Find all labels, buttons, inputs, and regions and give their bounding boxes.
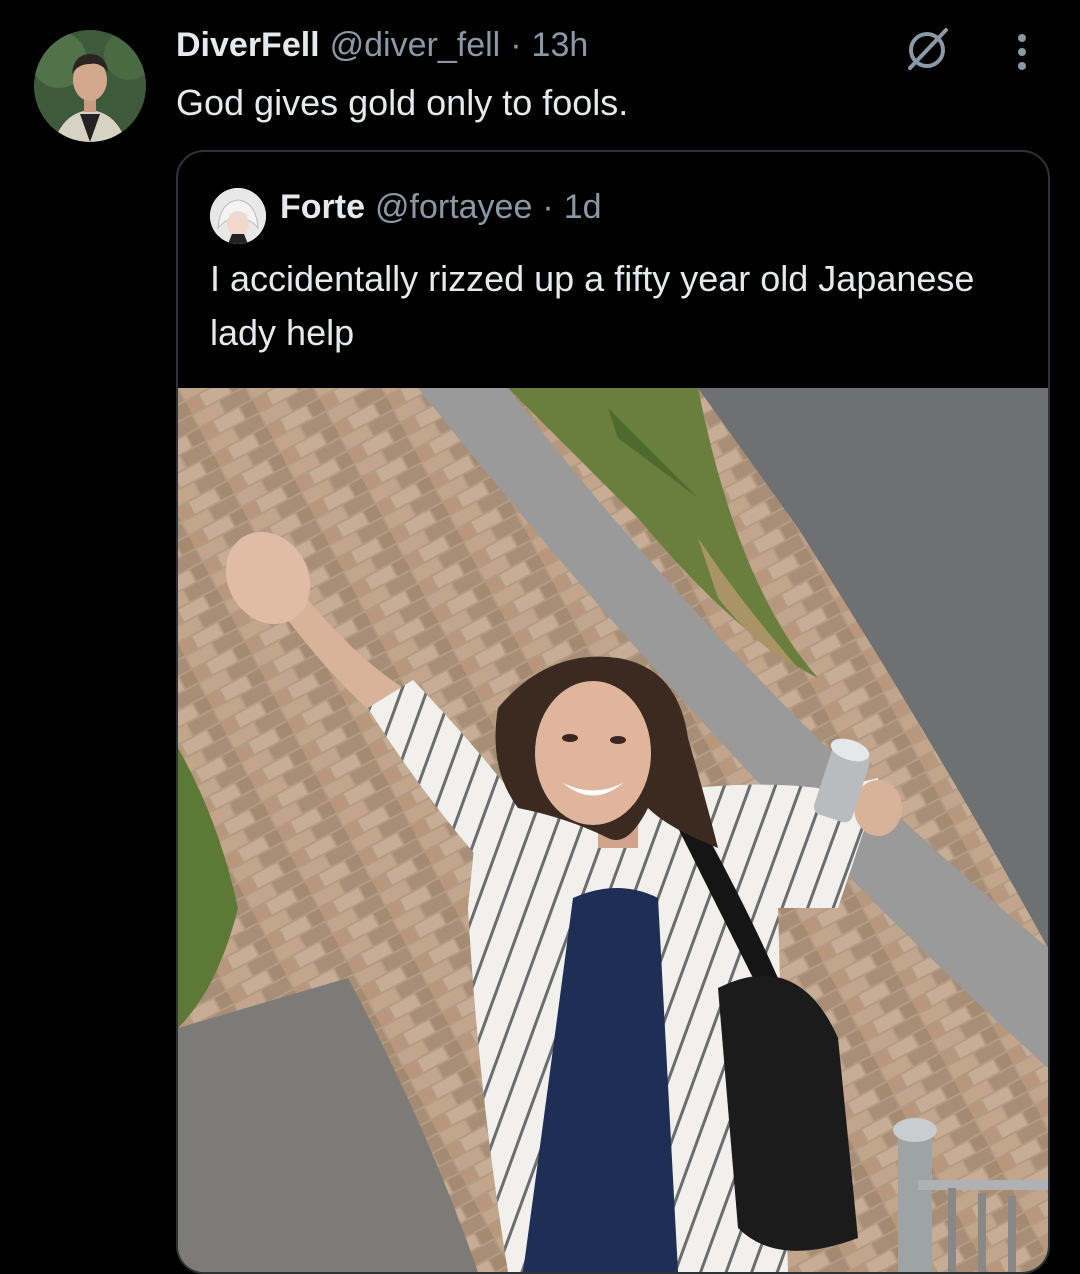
quoted-handle[interactable]: @fortayee [375,188,532,227]
quoted-timestamp[interactable]: 1d [564,188,602,227]
separator-dot: · [542,188,554,226]
grok-icon[interactable] [902,24,952,74]
author-avatar[interactable] [34,30,146,142]
quoted-tweet[interactable]: Forte @fortayee · 1d I accidentally rizz… [176,150,1050,1274]
quoted-display-name[interactable]: Forte [280,188,365,227]
tweet-header: DiverFell @diver_fell · 13h [176,26,588,76]
quoted-tweet-header: Forte @fortayee · 1d [280,188,602,238]
quoted-avatar-image [210,188,266,244]
more-options-icon[interactable] [1002,30,1042,74]
author-handle[interactable]: @diver_fell [330,26,501,65]
quoted-tweet-text: I accidentally rizzed up a fifty year ol… [210,258,975,353]
author-avatar-image [34,30,146,142]
photo-scene [178,388,1048,1272]
author-display-name[interactable]: DiverFell [176,26,320,65]
separator-dot: · [510,26,522,64]
quoted-author-avatar[interactable] [210,188,266,244]
quoted-tweet-photo[interactable] [178,388,1048,1272]
tweet-text: God gives gold only to fools. [176,82,629,123]
tweet: DiverFell @diver_fell · 13h God gives go… [0,0,1080,1274]
tweet-timestamp[interactable]: 13h [532,26,589,65]
